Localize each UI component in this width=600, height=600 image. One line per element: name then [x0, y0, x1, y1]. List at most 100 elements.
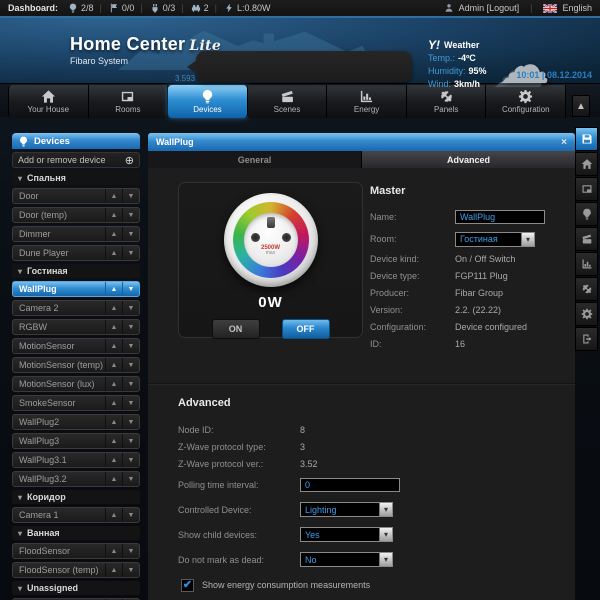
move-down-button[interactable]: ▼ [122, 508, 139, 522]
move-up-button[interactable]: ▲ [105, 320, 122, 334]
room-group-ванная[interactable]: ▾ Ванная [12, 526, 140, 540]
stat-value: 2 [203, 3, 209, 13]
move-up-button[interactable]: ▲ [105, 189, 122, 203]
room-group-гостиная[interactable]: ▾ Гостиная [12, 264, 140, 278]
device-wallplug3[interactable]: WallPlug3 ▲ ▼ [12, 433, 140, 449]
move-down-button[interactable]: ▼ [122, 339, 139, 353]
move-up-button[interactable]: ▲ [105, 208, 122, 222]
move-up-button[interactable]: ▲ [105, 434, 122, 448]
dashboard-stat: L:0.80W [224, 3, 270, 13]
home-icon[interactable] [575, 152, 598, 176]
device-preview-card: 2500W max 0W ON OFF [178, 182, 363, 339]
device-wallplug3.2[interactable]: WallPlug3.2 ▲ ▼ [12, 471, 140, 487]
move-up-button[interactable]: ▲ [105, 472, 122, 486]
controlled-device-select[interactable]: Lighting ▾ [300, 502, 393, 517]
user-logout-link[interactable]: Admin [Logout] [459, 3, 520, 13]
do-not-mark-as-dead-select[interactable]: No ▾ [300, 552, 393, 567]
device-floodsensor-temp[interactable]: FloodSensor (temp) ▲ ▼ [12, 562, 140, 578]
on-button[interactable]: ON [211, 319, 260, 339]
move-up-button[interactable]: ▲ [105, 415, 122, 429]
rooms-icon [120, 89, 135, 104]
move-down-button[interactable]: ▼ [122, 563, 139, 577]
move-down-button[interactable]: ▼ [122, 544, 139, 558]
device-dune-player[interactable]: Dune Player ▲ ▼ [12, 245, 140, 261]
scenes-icon[interactable] [575, 227, 598, 251]
tab-energy[interactable]: Energy [327, 85, 407, 118]
move-up-button[interactable]: ▲ [105, 301, 122, 315]
add-remove-device-button[interactable]: Add or remove device ⊕ [12, 152, 140, 168]
room-group-спальня[interactable]: ▾ Спальня [12, 171, 140, 185]
panels-icon[interactable] [575, 277, 598, 301]
tab-general[interactable]: General [148, 151, 361, 168]
device-floodsensor[interactable]: FloodSensor ▲ ▼ [12, 543, 140, 559]
move-down-button[interactable]: ▼ [122, 301, 139, 315]
device-camera-1[interactable]: Camera 1 ▲ ▼ [12, 507, 140, 523]
energy-measurements-checkbox[interactable]: ✔ [181, 578, 194, 592]
move-down-button[interactable]: ▼ [122, 282, 139, 296]
off-button[interactable]: OFF [281, 319, 330, 339]
language-selector[interactable]: English [562, 3, 592, 13]
move-down-button[interactable]: ▼ [122, 320, 139, 334]
room-group-unassigned[interactable]: ▾ Unassigned [12, 581, 140, 595]
device-door[interactable]: Door ▲ ▼ [12, 188, 140, 204]
bolt-icon [224, 3, 234, 13]
check-icon: ✔ [182, 579, 193, 591]
move-up-button[interactable]: ▲ [105, 377, 122, 391]
close-icon[interactable]: × [561, 137, 567, 148]
device-motionsensor-lux[interactable]: MotionSensor (lux) ▲ ▼ [12, 376, 140, 392]
name-input[interactable] [455, 210, 545, 224]
device-door-temp[interactable]: Door (temp) ▲ ▼ [12, 207, 140, 223]
move-down-button[interactable]: ▼ [122, 453, 139, 467]
device-motionsensor-temp[interactable]: MotionSensor (temp) ▲ ▼ [12, 357, 140, 373]
device-wallplug[interactable]: WallPlug ▲ ▼ [12, 281, 140, 297]
move-up-button[interactable]: ▲ [105, 396, 122, 410]
room-group-коридор[interactable]: ▾ Коридор [12, 490, 140, 504]
chevron-down-icon: ▾ [18, 583, 23, 593]
move-down-button[interactable]: ▼ [122, 396, 139, 410]
move-down-button[interactable]: ▼ [122, 434, 139, 448]
move-up-button[interactable]: ▲ [105, 358, 122, 372]
move-up-button[interactable]: ▲ [105, 339, 122, 353]
move-down-button[interactable]: ▼ [122, 208, 139, 222]
move-up-button[interactable]: ▲ [105, 563, 122, 577]
show-child-devices-select[interactable]: Yes ▾ [300, 527, 393, 542]
move-down-button[interactable]: ▼ [122, 415, 139, 429]
tab-devices[interactable]: Devices [168, 85, 248, 118]
save-icon[interactable] [575, 127, 598, 151]
tab-advanced[interactable]: Advanced [361, 151, 575, 168]
move-down-button[interactable]: ▼ [122, 358, 139, 372]
tab-scenes[interactable]: Scenes [247, 85, 328, 118]
device-smokesensor[interactable]: SmokeSensor ▲ ▼ [12, 395, 140, 411]
device-wallplug2[interactable]: WallPlug2 ▲ ▼ [12, 414, 140, 430]
room-select[interactable]: Гостиная ▾ [455, 231, 535, 247]
rooms-icon[interactable] [575, 177, 598, 201]
move-up-button[interactable]: ▲ [105, 508, 122, 522]
move-down-button[interactable]: ▼ [122, 246, 139, 260]
device-motionsensor[interactable]: MotionSensor ▲ ▼ [12, 338, 140, 354]
move-down-button[interactable]: ▼ [122, 377, 139, 391]
device-camera-2[interactable]: Camera 2 ▲ ▼ [12, 300, 140, 316]
move-down-button[interactable]: ▼ [122, 189, 139, 203]
move-up-button[interactable]: ▲ [105, 246, 122, 260]
exit-icon[interactable] [575, 327, 598, 351]
device-dimmer[interactable]: Dimmer ▲ ▼ [12, 226, 140, 242]
polling-interval-input[interactable] [300, 477, 400, 492]
energy-icon[interactable] [575, 252, 598, 276]
tab-rooms[interactable]: Rooms [88, 85, 169, 118]
device-wallplug3.1[interactable]: WallPlug3.1 ▲ ▼ [12, 452, 140, 468]
master-info-row: Device kind: On / Off Switch [370, 253, 516, 264]
move-up-button[interactable]: ▲ [105, 282, 122, 296]
bulb-icon[interactable] [575, 202, 598, 226]
collapse-arrow-button[interactable]: ▲ [572, 95, 590, 117]
move-up-button[interactable]: ▲ [105, 544, 122, 558]
dashboard-stat: 0/0 | [109, 3, 146, 13]
scenes-icon [280, 89, 295, 104]
move-up-button[interactable]: ▲ [105, 453, 122, 467]
move-up-button[interactable]: ▲ [105, 227, 122, 241]
move-down-button[interactable]: ▼ [122, 472, 139, 486]
move-down-button[interactable]: ▼ [122, 227, 139, 241]
config-icon[interactable] [575, 302, 598, 326]
arrow-up-icon: ▲ [576, 100, 586, 112]
tab-your-house[interactable]: Your House [8, 85, 89, 118]
device-rgbw[interactable]: RGBW ▲ ▼ [12, 319, 140, 335]
